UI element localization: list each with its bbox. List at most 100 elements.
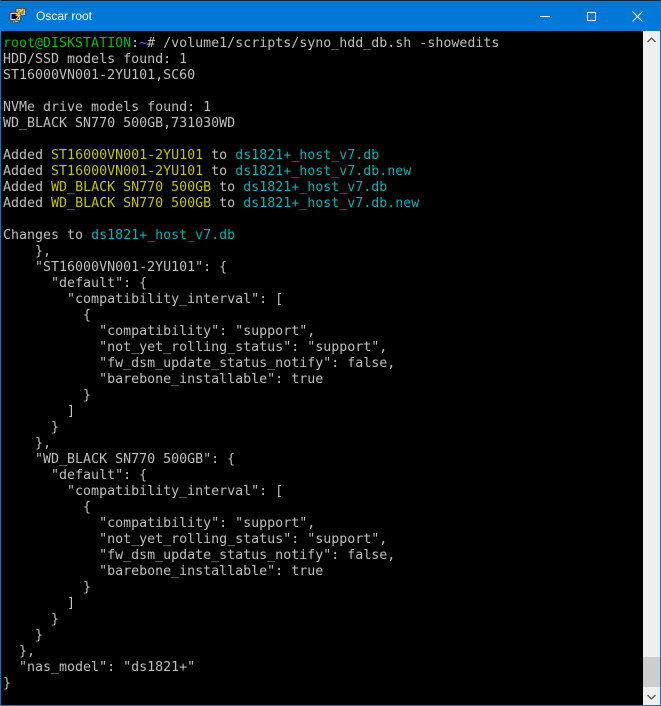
terminal-text: ds1821+_host_v7.db xyxy=(243,180,387,195)
terminal-line: root@DISKSTATION:~# /volume1/scripts/syn… xyxy=(3,36,643,52)
terminal-line: } xyxy=(3,612,643,628)
terminal-line: "barebone_installable": true xyxy=(3,372,643,388)
terminal-line: } xyxy=(3,628,643,644)
terminal-text: "compatibility_interval": [ xyxy=(3,292,283,307)
window-body: root@DISKSTATION:~# /volume1/scripts/syn… xyxy=(1,31,660,705)
terminal-line: WD_BLACK SN770 500GB,731030WD xyxy=(3,116,643,132)
terminal-line: ] xyxy=(3,596,643,612)
terminal-line: "ST16000VN001-2YU101": { xyxy=(3,260,643,276)
terminal-text: }, xyxy=(3,244,51,259)
terminal-text: "compatibility_interval": [ xyxy=(3,484,283,499)
terminal-text: root@DISKSTATION xyxy=(3,36,131,51)
terminal-line: } xyxy=(3,388,643,404)
terminal-text: ds1821+_host_v7.db xyxy=(91,228,235,243)
terminal-text: { xyxy=(3,308,91,323)
terminal-text: } xyxy=(3,580,91,595)
terminal-line: "not_yet_rolling_status": "support", xyxy=(3,532,643,548)
terminal-line xyxy=(3,212,643,228)
terminal-text: }, xyxy=(3,436,51,451)
terminal-text: } xyxy=(3,676,11,691)
terminal-text: ST16000VN001-2YU101,SC60 xyxy=(3,68,195,83)
terminal-line: ] xyxy=(3,404,643,420)
terminal-line xyxy=(3,132,643,148)
terminal-text: WD_BLACK SN770 500GB xyxy=(51,196,211,211)
terminal-text: "fw_dsm_update_status_notify": false, xyxy=(3,356,395,371)
terminal-line: { xyxy=(3,308,643,324)
terminal-line: ST16000VN001-2YU101,SC60 xyxy=(3,68,643,84)
titlebar[interactable]: Oscar root xyxy=(1,1,660,31)
terminal-line: "barebone_installable": true xyxy=(3,564,643,580)
terminal-line: Changes to ds1821+_host_v7.db xyxy=(3,228,643,244)
terminal-text: # /volume1/scripts/syno_hdd_db.sh -showe… xyxy=(147,36,499,51)
terminal-text: WD_BLACK SN770 500GB,731030WD xyxy=(3,116,235,131)
terminal-text: "barebone_installable": true xyxy=(3,564,323,579)
terminal-line: "default": { xyxy=(3,276,643,292)
putty-app-icon xyxy=(9,8,27,24)
terminal-line: "default": { xyxy=(3,468,643,484)
terminal-text: Added xyxy=(3,148,51,163)
terminal-line: "nas_model": "ds1821+" xyxy=(3,660,643,676)
terminal-text: "compatibility": "support", xyxy=(3,324,315,339)
terminal-text: ST16000VN001-2YU101 xyxy=(51,164,203,179)
terminal-text: ST16000VN001-2YU101 xyxy=(51,148,203,163)
terminal-text: Changes to xyxy=(3,228,91,243)
close-icon xyxy=(632,11,643,22)
minimize-button[interactable] xyxy=(522,1,568,31)
terminal-text: }, xyxy=(3,644,35,659)
terminal-text: "compatibility": "support", xyxy=(3,516,315,531)
minimize-icon xyxy=(540,16,550,17)
close-button[interactable] xyxy=(614,1,660,31)
terminal-line: } xyxy=(3,420,643,436)
terminal-line: NVMe drive models found: 1 xyxy=(3,100,643,116)
chevron-down-icon xyxy=(647,694,656,700)
scrollbar-thumb[interactable] xyxy=(643,657,660,687)
terminal-line: Added ST16000VN001-2YU101 to ds1821+_hos… xyxy=(3,148,643,164)
terminal-text: ~ xyxy=(139,36,147,51)
terminal-line: }, xyxy=(3,436,643,452)
terminal-line: Added WD_BLACK SN770 500GB to ds1821+_ho… xyxy=(3,180,643,196)
terminal-text: "not_yet_rolling_status": "support", xyxy=(3,340,387,355)
terminal-text: ds1821+_host_v7.db.new xyxy=(235,164,411,179)
terminal-output[interactable]: root@DISKSTATION:~# /volume1/scripts/syn… xyxy=(1,31,643,705)
terminal-text: to xyxy=(211,196,243,211)
putty-window: Oscar root root@DISKSTATION:~# /volume1/… xyxy=(0,0,661,706)
scroll-down-button[interactable] xyxy=(643,688,660,705)
terminal-text: HDD/SSD models found: 1 xyxy=(3,52,187,67)
terminal-text: "barebone_installable": true xyxy=(3,372,323,387)
terminal-line: HDD/SSD models found: 1 xyxy=(3,52,643,68)
terminal-text: ] xyxy=(3,404,75,419)
terminal-line: "not_yet_rolling_status": "support", xyxy=(3,340,643,356)
terminal-text: ] xyxy=(3,596,75,611)
terminal-line: }, xyxy=(3,244,643,260)
maximize-button[interactable] xyxy=(568,1,614,31)
terminal-text: "ST16000VN001-2YU101": { xyxy=(3,260,227,275)
terminal-text: to xyxy=(203,148,235,163)
terminal-line: "compatibility_interval": [ xyxy=(3,292,643,308)
terminal-text: to xyxy=(211,180,243,195)
terminal-line: }, xyxy=(3,644,643,660)
terminal-line: "compatibility": "support", xyxy=(3,516,643,532)
terminal-line: Added WD_BLACK SN770 500GB to ds1821+_ho… xyxy=(3,196,643,212)
terminal-text: "WD_BLACK SN770 500GB": { xyxy=(3,452,235,467)
scrollbar[interactable] xyxy=(643,31,660,705)
terminal-line: } xyxy=(3,580,643,596)
terminal-text: } xyxy=(3,612,59,627)
window-title: Oscar root xyxy=(36,9,92,23)
terminal-text: { xyxy=(3,500,91,515)
scroll-up-button[interactable] xyxy=(643,31,660,48)
terminal-line: "fw_dsm_update_status_notify": false, xyxy=(3,356,643,372)
terminal-line: "compatibility_interval": [ xyxy=(3,484,643,500)
terminal-text: to xyxy=(203,164,235,179)
maximize-icon xyxy=(587,12,596,21)
terminal-line xyxy=(3,84,643,100)
terminal-line: } xyxy=(3,676,643,692)
terminal-line: { xyxy=(3,500,643,516)
terminal-text: ds1821+_host_v7.db xyxy=(235,148,379,163)
terminal-text: : xyxy=(131,36,139,51)
scrollbar-track[interactable] xyxy=(643,48,660,688)
terminal-line: "fw_dsm_update_status_notify": false, xyxy=(3,548,643,564)
terminal-text: Added xyxy=(3,180,51,195)
terminal-text: "not_yet_rolling_status": "support", xyxy=(3,532,387,547)
terminal-text: Added xyxy=(3,164,51,179)
terminal-line: "WD_BLACK SN770 500GB": { xyxy=(3,452,643,468)
